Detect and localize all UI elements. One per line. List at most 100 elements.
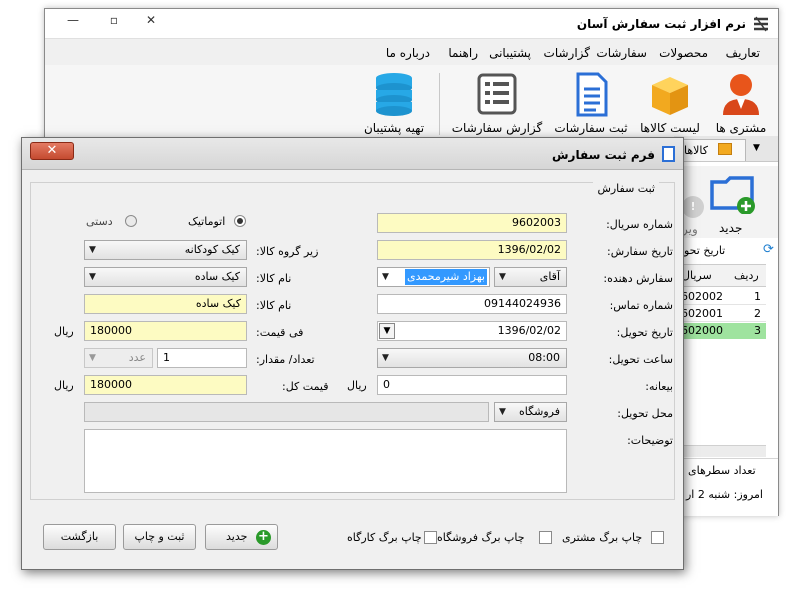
dialog-title: فرم ثبت سفارش bbox=[552, 148, 655, 162]
subgroup-dropdown[interactable]: ▼ کیک کودکانه bbox=[84, 240, 247, 260]
customer-title-value: آقای bbox=[539, 270, 560, 283]
notes-label: توضیحات: bbox=[627, 434, 673, 447]
product-name-field[interactable]: کیک ساده bbox=[84, 294, 247, 314]
dialog-close-button[interactable]: ✕ bbox=[30, 142, 74, 160]
delivery-date-label: تاریخ تحو bbox=[684, 244, 726, 257]
delivery-date-label: تاریخ تحویل: bbox=[616, 326, 673, 339]
print-workshop-checkbox[interactable] bbox=[424, 531, 437, 544]
menu-orders[interactable]: سفارشات bbox=[596, 46, 647, 60]
product-dropdown[interactable]: ▼ کیک ساده bbox=[84, 267, 247, 287]
table-row[interactable]: 9602001 2 bbox=[674, 306, 766, 322]
chevron-down-icon: ▼ bbox=[89, 272, 96, 282]
menu-about[interactable]: درباره ما bbox=[386, 46, 430, 60]
products-list-label: لیست کالاها bbox=[640, 121, 700, 135]
unit-price-currency: ریال bbox=[54, 325, 74, 338]
menu-definitions[interactable]: تعاریف bbox=[726, 46, 760, 60]
orders-grid: ردیف سریال 9602002 1 9602001 2 9602000 3 bbox=[674, 264, 766, 457]
phone-label: شماره تماس: bbox=[609, 299, 673, 312]
customers-button[interactable]: مشتری ها bbox=[710, 69, 772, 137]
main-title-bar: نرم افزار ثبت سفارش آسان — ▫ ✕ bbox=[45, 9, 778, 39]
register-orders-button[interactable]: ثبت سفارشات bbox=[552, 69, 630, 137]
tab-dropdown-icon[interactable]: ▼ bbox=[753, 143, 760, 153]
product-label: نام کالا: bbox=[256, 272, 292, 285]
new-button-label: جدید bbox=[226, 530, 248, 543]
delivery-place-dropdown[interactable]: ▼ فروشگاه bbox=[494, 402, 567, 422]
app-logo-icon bbox=[752, 15, 770, 33]
delivery-place-extra-field bbox=[84, 402, 489, 422]
total-price-currency: ریال bbox=[54, 379, 74, 392]
products-list-button[interactable]: لیست کالاها bbox=[634, 69, 706, 137]
customers-label: مشتری ها bbox=[715, 121, 767, 135]
new-label: جدید bbox=[719, 221, 743, 235]
auto-radio-label: اتوماتیک bbox=[188, 215, 226, 228]
new-button[interactable]: + جدید bbox=[205, 524, 278, 550]
order-date-field[interactable]: 1396/02/02 bbox=[377, 240, 567, 260]
phone-field[interactable]: 09144024936 bbox=[377, 294, 567, 314]
horizontal-scrollbar[interactable] bbox=[674, 445, 766, 457]
minimize-button[interactable]: — bbox=[59, 11, 87, 29]
customer-label: سفارش دهنده: bbox=[603, 272, 673, 285]
chevron-down-icon: ▼ bbox=[89, 245, 96, 255]
dialog-document-icon bbox=[662, 146, 675, 162]
subgroup-value: کیک کودکانه bbox=[184, 243, 240, 256]
menu-bar: تعاریف محصولات سفارشات گزارشات پشتیبانی … bbox=[45, 43, 778, 65]
print-store-checkbox[interactable] bbox=[539, 531, 552, 544]
customer-name-dropdown[interactable]: ▼ بهزاد شیرمحمدی bbox=[377, 267, 490, 287]
menu-help[interactable]: راهنما bbox=[448, 46, 478, 60]
grid-header-index: ردیف bbox=[734, 269, 759, 282]
menu-support[interactable]: پشتیبانی bbox=[489, 46, 531, 60]
print-customer-checkbox[interactable] bbox=[651, 531, 664, 544]
delivery-time-value: 08:00 bbox=[528, 351, 560, 364]
notes-textarea[interactable] bbox=[84, 429, 567, 493]
report-icon bbox=[475, 71, 519, 117]
menu-products[interactable]: محصولات bbox=[659, 46, 708, 60]
today-label: امروز: شنبه 2 ار bbox=[686, 488, 763, 501]
close-button[interactable]: ✕ bbox=[137, 11, 165, 29]
unit-price-field[interactable]: 180000 bbox=[84, 321, 247, 341]
total-price-field[interactable]: 180000 bbox=[84, 375, 247, 395]
radio-dot bbox=[237, 218, 243, 224]
status-divider bbox=[674, 458, 778, 459]
refresh-icon[interactable]: ⟳ bbox=[763, 242, 774, 257]
grid-header-serial: سریال bbox=[682, 269, 712, 282]
orders-report-button[interactable]: گزارش سفارشات bbox=[446, 69, 548, 137]
product-name-label: نام کالا: bbox=[256, 299, 292, 312]
serial-label: شماره سریال: bbox=[606, 218, 673, 231]
backup-button[interactable]: تهیه پشتیبان bbox=[354, 69, 434, 137]
back-button[interactable]: بازگشت bbox=[43, 524, 116, 550]
deposit-label: بیعانه: bbox=[645, 380, 673, 393]
delivery-place-value: فروشگاه bbox=[518, 405, 560, 418]
save-print-button[interactable]: ثبت و چاپ bbox=[123, 524, 196, 550]
serial-field[interactable]: 9602003 bbox=[377, 213, 567, 233]
manual-radio[interactable] bbox=[125, 215, 137, 227]
menu-reports[interactable]: گزارشات bbox=[544, 46, 590, 60]
deposit-currency: ریال bbox=[347, 379, 367, 392]
orders-side-panel: کالاها ▼ جدید ! ویر ⟳ تاریخ تحو ردیف سری… bbox=[674, 136, 778, 516]
table-row[interactable]: 9602002 1 bbox=[674, 289, 766, 305]
row-index: 1 bbox=[754, 290, 761, 303]
order-form-dialog: فرم ثبت سفارش ✕ ثبت سفارش شماره سریال: 9… bbox=[21, 137, 684, 570]
edit-icon[interactable]: ! bbox=[682, 196, 704, 218]
maximize-button[interactable]: ▫ bbox=[100, 11, 128, 29]
deposit-field[interactable]: 0 bbox=[377, 375, 567, 395]
calendar-dropdown-icon[interactable]: ▼ bbox=[379, 323, 395, 339]
customer-icon bbox=[719, 71, 763, 117]
auto-radio[interactable] bbox=[234, 215, 246, 227]
table-row-selected[interactable]: 9602000 3 bbox=[674, 323, 766, 339]
chevron-down-icon: ▼ bbox=[89, 353, 96, 363]
orders-report-label: گزارش سفارشات bbox=[451, 121, 543, 135]
product-value: کیک ساده bbox=[194, 270, 240, 283]
new-folder-icon[interactable] bbox=[710, 172, 756, 215]
print-workshop-label: چاپ برگ کارگاه bbox=[347, 531, 422, 544]
backup-label: تهیه پشتیبان bbox=[363, 121, 425, 135]
quantity-field[interactable]: 1 bbox=[157, 348, 247, 368]
chevron-down-icon: ▼ bbox=[499, 407, 506, 417]
ribbon-separator bbox=[439, 73, 440, 135]
edit-label: ویر bbox=[682, 222, 698, 236]
chevron-down-icon: ▼ bbox=[382, 272, 389, 282]
delivery-date-field[interactable]: ▼ 1396/02/02 bbox=[377, 321, 567, 341]
subgroup-label: زیر گروه کالا: bbox=[256, 245, 319, 258]
delivery-time-dropdown[interactable]: ▼ 08:00 bbox=[377, 348, 567, 368]
customer-title-dropdown[interactable]: ▼ آقای bbox=[494, 267, 567, 287]
plus-circle-icon: + bbox=[256, 530, 271, 545]
